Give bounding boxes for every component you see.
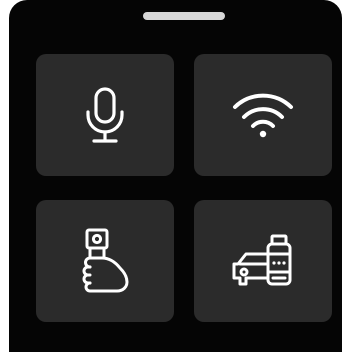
wifi-tile[interactable]	[194, 54, 332, 176]
hand-camera-icon	[82, 228, 129, 293]
wifi-icon	[233, 93, 293, 138]
hand-camera-tile[interactable]	[36, 200, 174, 322]
drag-handle[interactable]	[143, 12, 225, 20]
car-device-tile[interactable]	[194, 200, 332, 322]
car-device-icon	[232, 234, 292, 286]
microphone-tile[interactable]	[36, 54, 174, 176]
microphone-icon	[86, 87, 124, 143]
